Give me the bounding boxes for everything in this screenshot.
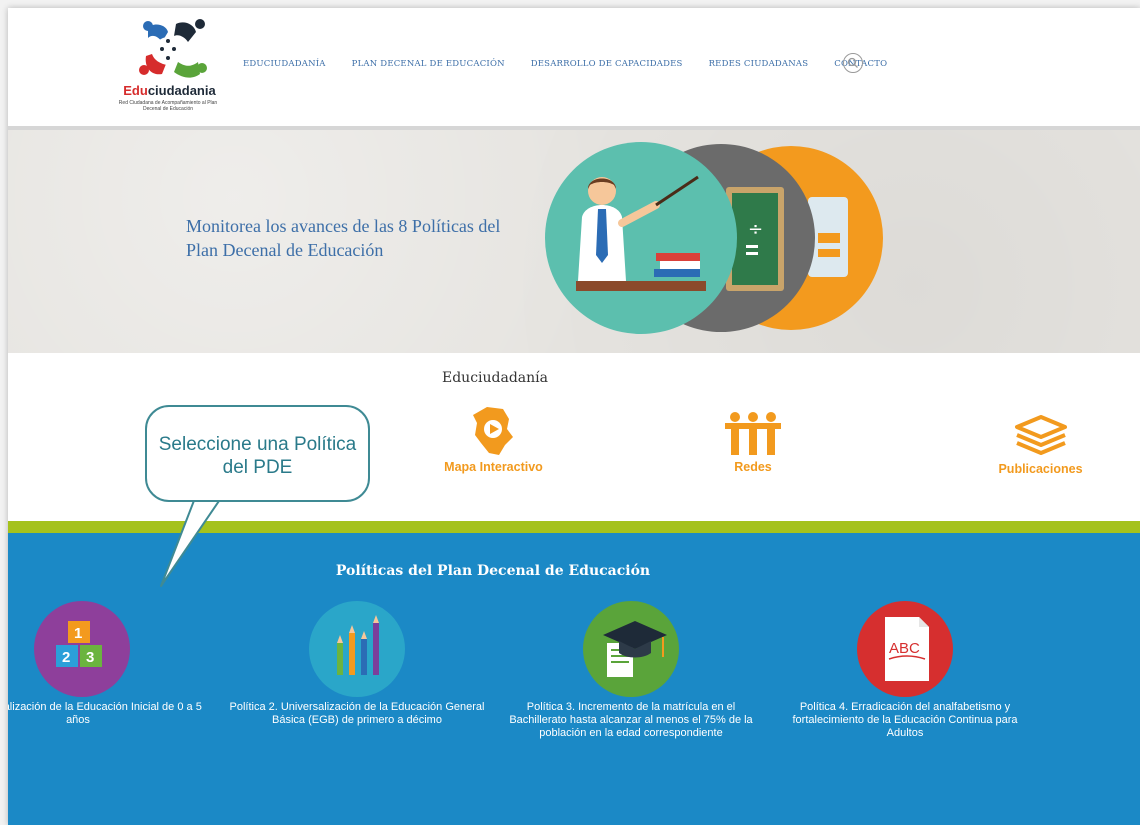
callout-tail <box>160 498 223 587</box>
number-blocks-icon: 1 2 3 <box>56 621 102 667</box>
logo-figures-icon <box>139 19 207 78</box>
logo-brand: Educiudadania <box>123 83 216 98</box>
nav-educiudadania[interactable]: EDUCIUDADANÍA <box>243 59 326 69</box>
search-icon <box>847 57 858 68</box>
abc-paper-icon: ABC <box>885 617 929 681</box>
nav-plan-decenal[interactable]: PLAN DECENAL DE EDUCACIÓN <box>352 59 505 69</box>
pencils-icon <box>337 615 379 675</box>
teacher-illustration-icon: ÷ <box>545 142 883 334</box>
nav-redes-ciudadanas[interactable]: REDES CIUDADANAS <box>709 59 809 69</box>
nav-desarrollo-capacidades[interactable]: DESARROLLO DE CAPACIDADES <box>531 59 683 69</box>
graduation-cap-icon <box>603 621 667 677</box>
quick-link-publicaciones-label: Publicaciones <box>998 462 1083 476</box>
map-play-icon <box>472 407 513 455</box>
main-nav: EDUCIUDADANÍA PLAN DECENAL DE EDUCACIÓN … <box>243 59 913 69</box>
quick-link-redes[interactable]: Redes <box>713 411 793 474</box>
policy-4-label: Política 4. Erradicación del analfabetis… <box>792 701 1018 739</box>
svg-text:ABC: ABC <box>889 640 920 657</box>
site-header: Educiudadania Red Ciudadana de Acompañam… <box>8 8 1140 130</box>
svg-text:2: 2 <box>62 649 70 666</box>
page: Educiudadania Red Ciudadana de Acompañam… <box>8 8 1140 825</box>
select-policy-callout: Seleccione una Política del PDE <box>145 405 370 502</box>
svg-text:3: 3 <box>86 649 94 666</box>
quick-link-mapa-label: Mapa Interactivo <box>444 460 543 474</box>
quick-link-mapa[interactable]: Mapa Interactivo <box>436 405 551 474</box>
site-logo[interactable]: Educiudadania Red Ciudadana de Acompañam… <box>118 16 218 122</box>
quick-link-publicaciones[interactable]: Publicaciones <box>988 409 1093 476</box>
quick-link-redes-label: Redes <box>734 460 772 474</box>
policy-4-circle: ABC <box>857 601 953 697</box>
svg-text:÷: ÷ <box>748 219 763 240</box>
stacked-books-icon <box>1014 415 1067 455</box>
hero-banner: Monitorea los avances de las 8 Políticas… <box>8 130 1140 353</box>
hero-text: Monitorea los avances de las 8 Políticas… <box>186 216 501 260</box>
policy-3-label: Política 3. Incremento de la matrícula e… <box>509 701 753 739</box>
policy-3-circle <box>583 601 679 697</box>
search-button[interactable] <box>843 53 863 73</box>
svg-text:1: 1 <box>74 625 82 642</box>
quick-links-title: Educiudadanía <box>442 370 548 386</box>
policy-1-label: 1. Universalización de la Educación Inic… <box>8 701 202 726</box>
policy-1-circle: 1 2 3 <box>34 601 130 697</box>
logo-subtitle: Red Ciudadana de Acompañamiento al Plan … <box>118 100 218 112</box>
policy-2-label: Política 2. Universalización de la Educa… <box>229 701 485 726</box>
policy-2-circle <box>309 601 405 697</box>
people-network-icon <box>725 412 781 455</box>
callout-text: Seleccione una Política del PDE <box>158 434 357 478</box>
